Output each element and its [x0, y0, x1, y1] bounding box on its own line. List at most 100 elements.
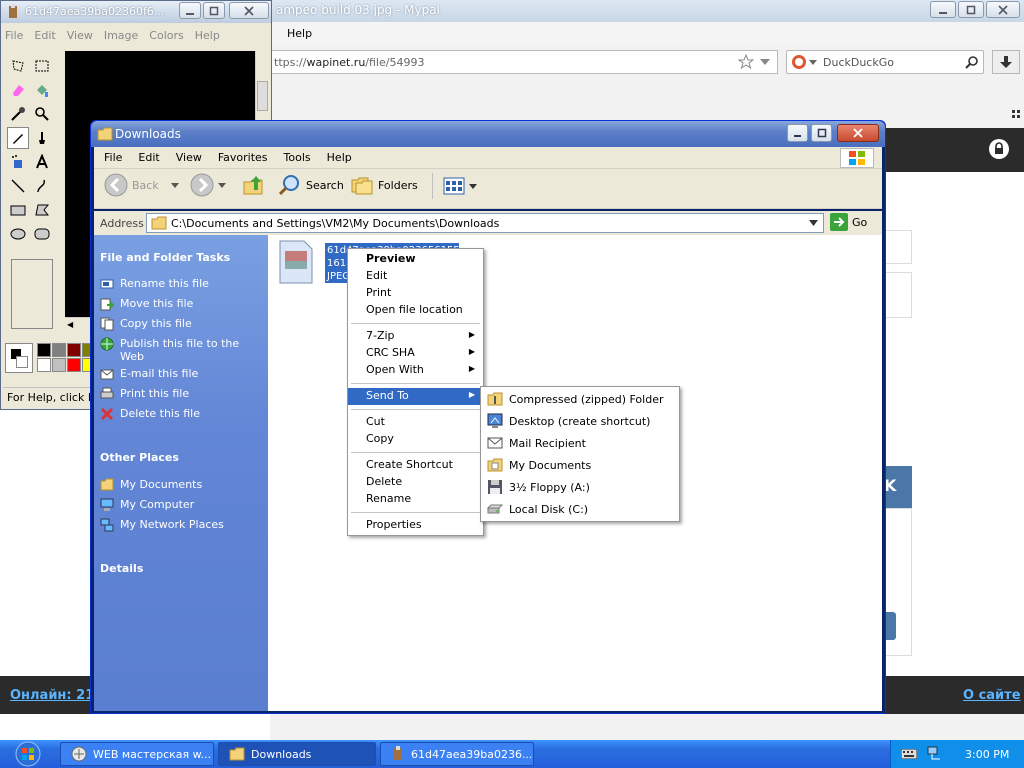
details-title[interactable]: Details	[100, 562, 143, 575]
url-dropdown-icon[interactable]	[760, 59, 770, 65]
task-delete[interactable]: Delete this file	[100, 407, 260, 421]
free-select-icon[interactable]	[7, 55, 29, 77]
color-swatch[interactable]	[37, 343, 51, 357]
browser-close-button[interactable]	[986, 1, 1020, 18]
browser-menu-help[interactable]: Help	[287, 27, 312, 40]
explorer-maximize-button[interactable]	[811, 124, 832, 142]
search-button[interactable]: Search	[278, 173, 344, 197]
polygon-icon[interactable]	[31, 199, 53, 221]
about-site-link[interactable]: О сайте	[963, 688, 1021, 703]
rect-select-icon[interactable]	[31, 55, 53, 77]
current-colors[interactable]	[5, 343, 33, 373]
back-button[interactable]: Back	[104, 173, 179, 197]
menu-favorites[interactable]: Favorites	[218, 151, 268, 164]
paint-close-button[interactable]	[229, 2, 269, 19]
online-count-link[interactable]: Онлайн: 21	[10, 688, 94, 703]
color-swatch[interactable]	[67, 358, 81, 372]
tool-options-box[interactable]	[11, 259, 53, 329]
folders-button[interactable]: Folders	[350, 173, 418, 197]
bookmark-star-icon[interactable]	[738, 54, 754, 70]
menu-open-file-location[interactable]: Open file location	[348, 302, 483, 319]
menu-create-shortcut[interactable]: Create Shortcut	[348, 457, 483, 474]
paint-menu-colors[interactable]: Colors	[149, 29, 183, 42]
task-move[interactable]: Move this file	[100, 297, 260, 311]
other-places-title[interactable]: Other Places	[100, 451, 179, 464]
browser-minimize-button[interactable]	[930, 1, 956, 18]
forward-button[interactable]	[190, 173, 226, 197]
downloads-button[interactable]	[992, 50, 1020, 74]
address-dropdown-icon[interactable]	[809, 220, 818, 226]
browser-search-box[interactable]: DuckDuckGo	[786, 50, 984, 74]
menu-copy[interactable]: Copy	[348, 431, 483, 448]
color-swatch[interactable]	[52, 358, 66, 372]
sendto-mail-recipient[interactable]: Mail Recipient	[481, 432, 679, 454]
explorer-close-button[interactable]	[837, 124, 879, 142]
network-tray-icon[interactable]	[927, 746, 943, 762]
sendto-local-disk[interactable]: Local Disk (C:)	[481, 498, 679, 520]
browser-maximize-button[interactable]	[958, 1, 984, 18]
scroll-left-icon[interactable]: ◀	[67, 320, 73, 329]
menu-print[interactable]: Print	[348, 285, 483, 302]
clock[interactable]: 3:00 PM	[965, 748, 1009, 761]
back-dropdown-icon[interactable]	[170, 182, 179, 188]
taskbar-item-browser[interactable]: WEB мастерская w...	[60, 742, 214, 766]
menu-rename[interactable]: Rename	[348, 491, 483, 508]
magnifier-icon[interactable]	[31, 103, 53, 125]
sendto-my-documents[interactable]: My Documents	[481, 454, 679, 476]
ellipse-icon[interactable]	[7, 223, 29, 245]
brush-icon[interactable]	[31, 127, 53, 149]
place-my-documents[interactable]: My Documents	[100, 478, 260, 492]
menu-open-with[interactable]: Open With ▶	[348, 362, 483, 379]
menu-properties[interactable]: Properties	[348, 517, 483, 534]
address-input[interactable]: C:\Documents and Settings\VM2\My Documen…	[146, 213, 824, 233]
menu-help[interactable]: Help	[327, 151, 352, 164]
up-folder-button[interactable]	[242, 173, 266, 197]
pencil-icon[interactable]	[7, 127, 29, 149]
sendto-compressed-folder[interactable]: Compressed (zipped) Folder	[481, 388, 679, 410]
menu-7zip[interactable]: 7-Zip ▶	[348, 328, 483, 345]
paint-minimize-button[interactable]	[179, 2, 201, 19]
lock-icon[interactable]	[988, 138, 1010, 160]
overflow-icon[interactable]	[1012, 110, 1020, 118]
task-print[interactable]: Print this file	[100, 387, 260, 401]
task-email[interactable]: E-mail this file	[100, 367, 260, 381]
sendto-floppy[interactable]: 3½ Floppy (A:)	[481, 476, 679, 498]
color-swatch[interactable]	[67, 343, 81, 357]
search-icon[interactable]	[965, 55, 979, 69]
paint-maximize-button[interactable]	[203, 2, 225, 19]
eraser-icon[interactable]	[7, 79, 29, 101]
go-button[interactable]: Go	[830, 213, 867, 231]
menu-tools[interactable]: Tools	[284, 151, 311, 164]
menu-edit-item[interactable]: Edit	[348, 268, 483, 285]
curve-icon[interactable]	[31, 175, 53, 197]
jpeg-file-icon[interactable]	[278, 239, 314, 285]
views-button[interactable]	[432, 173, 477, 199]
place-my-computer[interactable]: My Computer	[100, 498, 260, 512]
menu-preview[interactable]: Preview	[348, 251, 483, 268]
explorer-title-bar[interactable]: Downloads	[91, 121, 885, 147]
menu-send-to[interactable]: Send To ▶	[348, 388, 483, 405]
start-button[interactable]	[0, 740, 56, 768]
explorer-minimize-button[interactable]	[787, 124, 808, 142]
rectangle-icon[interactable]	[7, 199, 29, 221]
menu-file[interactable]: File	[104, 151, 122, 164]
menu-crc-sha[interactable]: CRC SHA ▶	[348, 345, 483, 362]
color-swatch[interactable]	[37, 358, 51, 372]
sendto-desktop[interactable]: Desktop (create shortcut)	[481, 410, 679, 432]
taskbar-item-paint[interactable]: 61d47aea39ba0236...	[380, 742, 534, 766]
keyboard-icon[interactable]	[901, 749, 917, 759]
airbrush-icon[interactable]	[7, 151, 29, 173]
color-picker-icon[interactable]	[7, 103, 29, 125]
line-icon[interactable]	[7, 175, 29, 197]
task-publish[interactable]: Publish this file to the Web	[100, 337, 260, 363]
paint-menu-file[interactable]: File	[5, 29, 23, 42]
menu-view[interactable]: View	[176, 151, 202, 164]
task-rename[interactable]: Rename this file	[100, 277, 260, 291]
place-network[interactable]: My Network Places	[100, 518, 260, 532]
taskbar-item-downloads[interactable]: Downloads	[218, 742, 376, 766]
forward-dropdown-icon[interactable]	[218, 182, 226, 188]
menu-edit[interactable]: Edit	[138, 151, 159, 164]
rounded-rect-icon[interactable]	[31, 223, 53, 245]
task-copy[interactable]: Copy this file	[100, 317, 260, 331]
fill-bucket-icon[interactable]	[31, 79, 53, 101]
